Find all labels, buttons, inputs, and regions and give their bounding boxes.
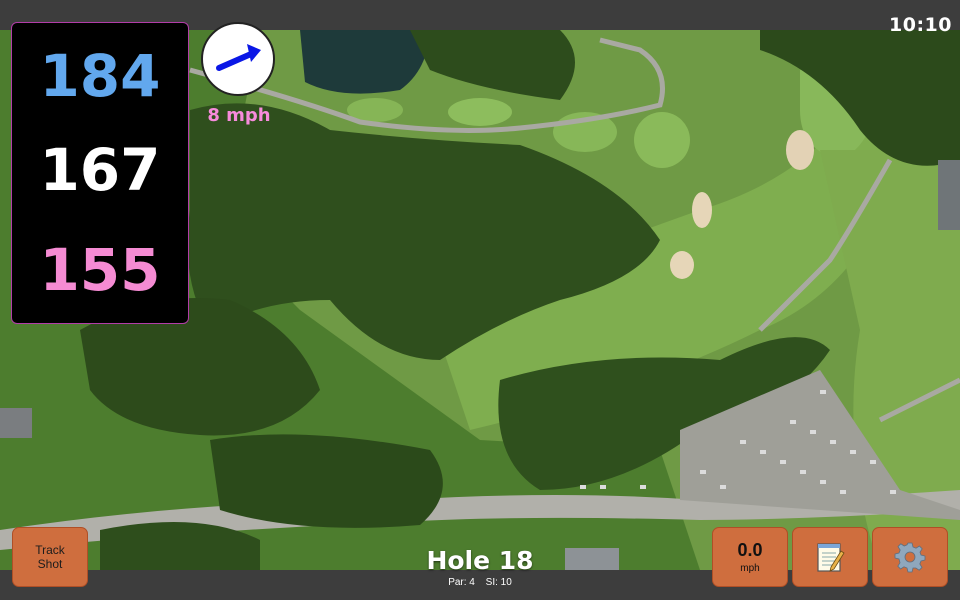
wind-indicator: [201, 22, 275, 96]
notepad-icon: [817, 543, 845, 572]
speed-button[interactable]: 0.0 mph: [712, 527, 788, 587]
hole-si: SI: 10: [485, 577, 512, 588]
hole-info: Par: 4 SI: 10: [400, 577, 560, 588]
wind-speed-label: 8 mph: [207, 105, 271, 126]
hole-par: Par: 4: [448, 577, 475, 588]
distance-back: 184: [39, 42, 161, 110]
speed-value: 0.0: [737, 540, 763, 560]
distance-front: 155: [39, 236, 161, 304]
notes-button[interactable]: [792, 527, 868, 587]
speed-unit: mph: [740, 563, 760, 574]
wind-arrow-icon: [216, 44, 261, 71]
track-shot-button[interactable]: Track Shot: [12, 527, 88, 587]
hole-title: Hole 18: [426, 546, 534, 575]
distance-panel: 184 167 155: [11, 22, 189, 324]
gear-icon: [894, 542, 926, 573]
settings-button[interactable]: [872, 527, 948, 587]
distance-middle: 167: [39, 136, 161, 204]
clock: 10:10: [889, 14, 952, 36]
track-shot-label: Track Shot: [35, 543, 65, 571]
